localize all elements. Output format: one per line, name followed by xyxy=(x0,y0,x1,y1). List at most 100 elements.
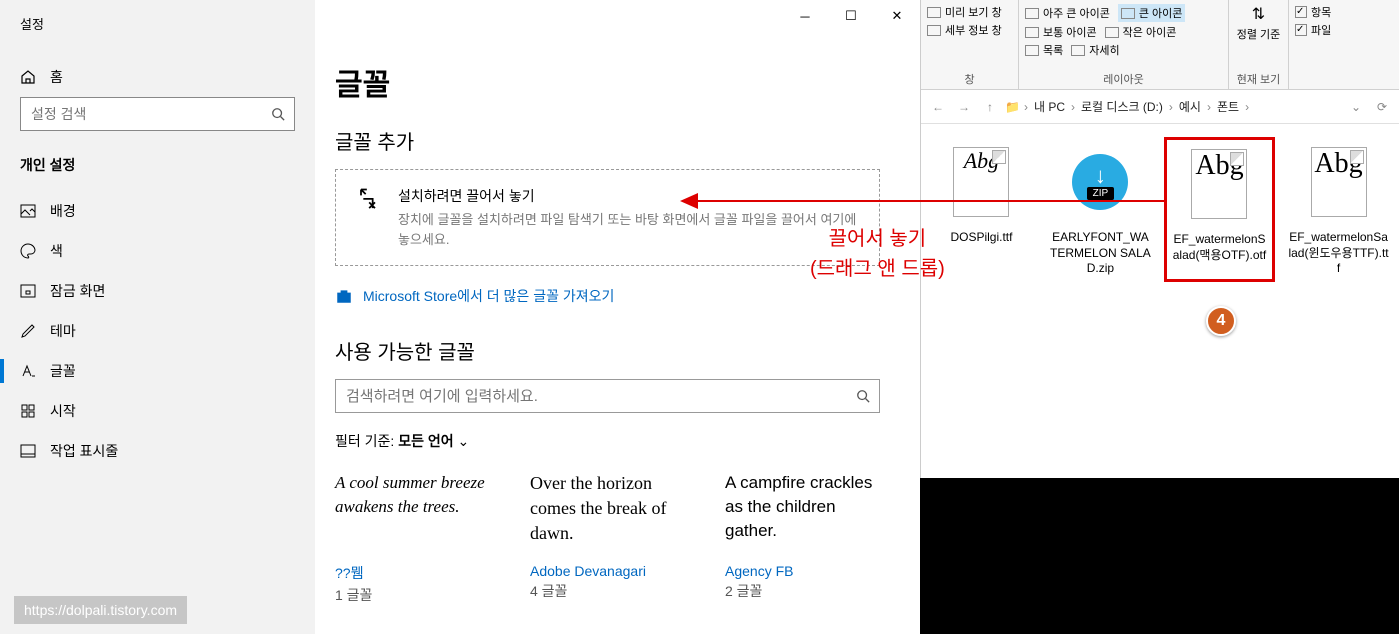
font-card[interactable]: Over the horizon comes the break of dawn… xyxy=(530,471,685,605)
file-name: EF_watermelonSalad(맥용OTF).otf xyxy=(1171,232,1268,263)
font-count: 4 글꼴 xyxy=(530,581,685,601)
view-l-button[interactable]: 큰 아이콘 xyxy=(1118,4,1186,22)
file-list: Abg DOSPilgi.ttf ↓ZIP EARLYFONT_WATERMEL… xyxy=(921,124,1399,295)
nav-fwd-button[interactable]: → xyxy=(953,96,975,118)
file-item-selected[interactable]: Abg EF_watermelonSalad(맥용OTF).otf xyxy=(1169,142,1270,277)
search-icon xyxy=(847,389,879,403)
font-name-link[interactable]: ??뭼 xyxy=(335,563,490,583)
preview-pane-button[interactable]: 미리 보기 창 xyxy=(927,4,1012,20)
font-search-input[interactable] xyxy=(336,388,847,405)
view-list-button[interactable]: 목록 xyxy=(1025,42,1063,58)
nav-label: 색 xyxy=(50,241,63,261)
window-title: 설정 xyxy=(0,0,315,43)
nav-fonts[interactable]: 글꼴 xyxy=(0,351,315,391)
search-icon xyxy=(262,107,294,121)
ribbon-label: 자세히 xyxy=(1089,42,1119,58)
checkbox-item[interactable]: 항목 xyxy=(1295,4,1393,20)
nav-label: 배경 xyxy=(50,201,76,221)
nav-background[interactable]: 배경 xyxy=(0,191,315,231)
ribbon-label: 목록 xyxy=(1043,42,1063,58)
ribbon-label: 파일 xyxy=(1311,22,1331,38)
home-button[interactable]: 홈 xyxy=(0,57,315,97)
home-label: 홈 xyxy=(50,67,63,87)
nav-theme[interactable]: 테마 xyxy=(0,311,315,351)
font-count: 1 글꼴 xyxy=(335,585,490,605)
ribbon-label: 항목 xyxy=(1311,4,1331,20)
nav-back-button[interactable]: ← xyxy=(927,96,949,118)
nav-lockscreen[interactable]: 잠금 화면 xyxy=(0,271,315,311)
view-detail-button[interactable]: 자세히 xyxy=(1071,42,1119,58)
zip-icon: ↓ZIP xyxy=(1072,154,1128,210)
explorer-window: 미리 보기 창 세부 정보 창 창 아주 큰 아이콘 큰 아이콘 보통 아이콘 … xyxy=(920,0,1399,478)
font-grid: A cool summer breeze awakens the trees. … xyxy=(335,471,880,605)
checkbox-file-ext[interactable]: 파일 xyxy=(1295,22,1393,38)
store-link-label: Microsoft Store에서 더 많은 글꼴 가져오기 xyxy=(363,286,614,306)
nav-label: 시작 xyxy=(50,401,76,421)
nav-start[interactable]: 시작 xyxy=(0,391,315,431)
refresh-button[interactable]: ⟳ xyxy=(1371,96,1393,118)
black-region xyxy=(920,478,1399,634)
settings-main: ─ ☐ ✕ 글꼴 글꼴 추가 설치하려면 끌어서 놓기 장치에 글꼴을 설치하려… xyxy=(315,0,920,634)
view-s-button[interactable]: 작은 아이콘 xyxy=(1105,24,1177,40)
font-card[interactable]: A cool summer breeze awakens the trees. … xyxy=(335,471,490,605)
ms-store-link[interactable]: Microsoft Store에서 더 많은 글꼴 가져오기 xyxy=(335,286,880,306)
font-dropzone[interactable]: 설치하려면 끌어서 놓기 장치에 글꼴을 설치하려면 파일 탐색기 또는 바탕 … xyxy=(335,169,880,266)
font-card[interactable]: A campfire crackles as the children gath… xyxy=(725,471,880,605)
filter-value: 모든 언어 xyxy=(398,433,453,449)
font-sample: A campfire crackles as the children gath… xyxy=(725,471,880,563)
nav-color[interactable]: 색 xyxy=(0,231,315,271)
settings-nav: 배경 색 잠금 화면 테마 글꼴 시작 작업 표시줄 xyxy=(0,191,315,471)
details-pane-button[interactable]: 세부 정보 창 xyxy=(927,22,1012,38)
ribbon-group-title: 창 xyxy=(927,69,1012,87)
watermark: https://dolpali.tistory.com xyxy=(14,596,187,624)
palette-icon xyxy=(20,243,36,259)
view-m-button[interactable]: 보통 아이콘 xyxy=(1025,24,1097,40)
view-xl-button[interactable]: 아주 큰 아이콘 xyxy=(1025,4,1110,22)
nav-up-button[interactable]: ↑ xyxy=(979,96,1001,118)
font-count: 2 글꼴 xyxy=(725,581,880,601)
file-item[interactable]: Abg DOSPilgi.ttf xyxy=(931,142,1032,277)
ribbon-label: 작은 아이콘 xyxy=(1123,24,1177,40)
annotation-line: (드래그 앤 드롭) xyxy=(810,254,945,284)
ribbon-label: 큰 아이콘 xyxy=(1139,5,1183,21)
sort-button[interactable]: 정렬 기준 xyxy=(1237,26,1281,42)
breadcrumb[interactable]: 로컬 디스크 (D:) xyxy=(1079,98,1165,115)
annotation-line: 끌어서 놓기 xyxy=(810,224,945,254)
maximize-button[interactable]: ☐ xyxy=(828,0,874,32)
drag-icon xyxy=(354,186,382,214)
folder-icon: 📁 xyxy=(1005,100,1020,114)
nav-label: 잠금 화면 xyxy=(50,281,105,301)
chevron-down-icon[interactable]: ⌄ xyxy=(1345,96,1367,118)
breadcrumb[interactable]: 폰트 xyxy=(1215,98,1241,115)
font-sample: Over the horizon comes the break of dawn… xyxy=(530,471,685,563)
filter-label: 필터 기준: xyxy=(335,433,394,449)
brush-icon xyxy=(20,323,36,339)
file-item[interactable]: Abg EF_watermelonSalad(윈도우용TTF).ttf xyxy=(1288,142,1389,277)
ribbon-group-title: 레이아웃 xyxy=(1025,69,1222,87)
settings-window: 설정 홈 개인 설정 배경 색 잠금 화면 테마 글꼴 시작 작업 표시줄 ht… xyxy=(0,0,920,634)
ribbon-label: 세부 정보 창 xyxy=(945,22,1002,38)
dropzone-desc: 장치에 글꼴을 설치하려면 파일 탐색기 또는 바탕 화면에서 글꼴 파일을 끌… xyxy=(398,210,861,249)
font-icon xyxy=(20,363,36,379)
available-fonts-heading: 사용 가능한 글꼴 xyxy=(335,336,880,365)
breadcrumb[interactable]: 예시 xyxy=(1177,98,1203,115)
address-bar[interactable]: ← → ↑ 📁 › 내 PC› 로컬 디스크 (D:)› 예시› 폰트› ⌄ ⟳ xyxy=(921,90,1399,124)
font-filter[interactable]: 필터 기준: 모든 언어 ⌄ xyxy=(335,431,880,451)
breadcrumb[interactable]: 내 PC xyxy=(1032,98,1067,115)
close-button[interactable]: ✕ xyxy=(874,0,920,32)
font-name-link[interactable]: Adobe Devanagari xyxy=(530,563,685,579)
font-sample: A cool summer breeze awakens the trees. xyxy=(335,471,490,563)
add-fonts-heading: 글꼴 추가 xyxy=(335,126,880,155)
ribbon-label: 정렬 기준 xyxy=(1237,26,1281,42)
font-search[interactable] xyxy=(335,379,880,413)
file-item[interactable]: ↓ZIP EARLYFONT_WATERMELON SALAD.zip xyxy=(1050,142,1151,277)
settings-search[interactable] xyxy=(20,97,295,131)
font-name-link[interactable]: Agency FB xyxy=(725,563,880,579)
minimize-button[interactable]: ─ xyxy=(782,0,828,32)
ribbon-label: 아주 큰 아이콘 xyxy=(1043,5,1110,21)
settings-search-input[interactable] xyxy=(21,106,262,122)
group-label: 개인 설정 xyxy=(0,141,315,181)
nav-taskbar[interactable]: 작업 표시줄 xyxy=(0,431,315,471)
ribbon-label: 미리 보기 창 xyxy=(945,4,1002,20)
lock-icon xyxy=(20,283,36,299)
